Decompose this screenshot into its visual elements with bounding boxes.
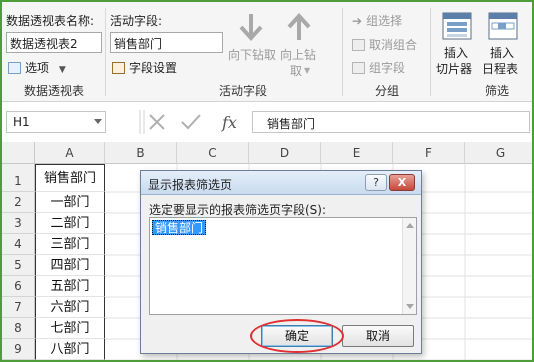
- scroll-up-icon[interactable]: [406, 223, 414, 228]
- cell-a2[interactable]: 一部门: [35, 192, 105, 213]
- insert-slicer-button[interactable]: 插入 切片器: [434, 10, 480, 78]
- pivot-name-label: 数据透视表名称:: [6, 14, 95, 28]
- group-label-pivot: 数据透视表: [23, 84, 84, 98]
- column-header-c[interactable]: C: [177, 142, 249, 164]
- column-header-e[interactable]: E: [321, 142, 393, 164]
- group-field-label: 组字段: [369, 61, 406, 75]
- column-header-g[interactable]: G: [465, 142, 532, 164]
- field-settings-icon: [112, 62, 125, 74]
- group-label-group: 分组: [374, 84, 399, 98]
- cell-a9[interactable]: 八部门: [35, 339, 105, 360]
- row-header-7[interactable]: 7: [2, 297, 35, 318]
- ribbon: 数据透视表名称: 数据透视表2 选项 ▼ 数据透视表 活动字段: 销售部门 字段…: [2, 2, 532, 102]
- drill-down-label: 向下钻取: [228, 48, 277, 62]
- row-header-5[interactable]: 5: [2, 255, 35, 276]
- group-label-active: 活动字段: [218, 84, 267, 98]
- cell-a1[interactable]: 销售部门: [35, 164, 105, 192]
- insert-slicer-label-1: 插入: [444, 46, 469, 60]
- row-header-6[interactable]: 6: [2, 276, 35, 297]
- ungroup-icon: [352, 39, 365, 51]
- list-scrollbar[interactable]: [402, 218, 416, 314]
- name-box[interactable]: H1: [6, 111, 106, 133]
- drill-up-button[interactable]: 向上钻 取 ▼: [278, 10, 324, 78]
- arrow-right-icon: ➔: [352, 14, 363, 28]
- cell-a4[interactable]: 三部门: [35, 234, 105, 255]
- arrow-up-icon: [287, 13, 311, 40]
- ribbon-divider: [342, 8, 343, 96]
- column-header-b[interactable]: B: [105, 142, 177, 164]
- ribbon-divider: [105, 8, 106, 96]
- row-header-2[interactable]: 2: [2, 192, 35, 213]
- excel-window: 数据透视表名称: 数据透视表2 选项 ▼ 数据透视表 活动字段: 销售部门 字段…: [0, 0, 534, 362]
- svg-text:fx: fx: [221, 113, 237, 132]
- dialog-title: 显示报表筛选页: [148, 178, 233, 192]
- cell-a7[interactable]: 六部门: [35, 297, 105, 318]
- scroll-down-icon[interactable]: [406, 304, 414, 309]
- group-label-filter: 筛选: [484, 84, 509, 98]
- active-field-input[interactable]: 销售部门: [110, 32, 223, 53]
- options-button[interactable]: 选项 ▼: [8, 59, 66, 76]
- insert-slicer-label-2: 切片器: [436, 62, 473, 76]
- insert-function-icon[interactable]: fx: [221, 113, 237, 132]
- chevron-down-icon: ▼: [304, 66, 311, 75]
- drill-up-label-2: 取: [290, 64, 303, 78]
- active-field-label: 活动字段:: [110, 14, 163, 28]
- ribbon-divider: [430, 8, 431, 96]
- timeline-icon: [488, 12, 518, 40]
- help-button[interactable]: ?: [365, 174, 387, 191]
- list-item[interactable]: 销售部门: [152, 220, 207, 235]
- cancel-icon[interactable]: [149, 114, 165, 130]
- row-header-9[interactable]: 9: [2, 339, 35, 360]
- cancel-button[interactable]: 取消: [342, 325, 414, 347]
- options-icon: [8, 62, 21, 74]
- group-selection-button[interactable]: ➔ 组选择: [352, 12, 402, 29]
- chevron-down-icon: ▼: [58, 65, 66, 75]
- close-button[interactable]: X: [389, 174, 415, 191]
- column-header-a[interactable]: A: [35, 142, 105, 164]
- group-field-icon: [352, 62, 365, 74]
- insert-timeline-label-2: 日程表: [482, 62, 519, 76]
- cell-a3[interactable]: 二部门: [35, 213, 105, 234]
- field-list[interactable]: 销售部门: [149, 217, 417, 315]
- row-header-1[interactable]: 1: [2, 164, 35, 192]
- slicer-icon: [442, 12, 472, 40]
- row-header-4[interactable]: 4: [2, 234, 35, 255]
- chevron-down-icon[interactable]: [94, 119, 102, 124]
- ungroup-label: 取消组合: [369, 38, 418, 52]
- show-report-filter-pages-dialog: 显示报表筛选页 ? X 选定要显示的报表筛选页字段(S): 销售部门 确定 取消: [140, 170, 422, 354]
- cell-a8[interactable]: 七部门: [35, 318, 105, 339]
- insert-timeline-button[interactable]: 插入 日程表: [480, 10, 526, 78]
- field-settings-button[interactable]: 字段设置: [112, 59, 177, 76]
- pivot-name-input[interactable]: 数据透视表2: [6, 32, 102, 53]
- enter-check-icon[interactable]: [181, 114, 201, 130]
- cell-a5[interactable]: 四部门: [35, 255, 105, 276]
- dialog-title-bar[interactable]: 显示报表筛选页 ? X: [141, 171, 421, 195]
- cell-a6[interactable]: 五部门: [35, 276, 105, 297]
- field-settings-label: 字段设置: [129, 61, 178, 75]
- insert-timeline-label-1: 插入: [490, 46, 515, 60]
- highlight-circle: [250, 319, 344, 353]
- drill-down-button[interactable]: 向下钻取: [226, 10, 276, 78]
- select-all-corner[interactable]: [2, 142, 35, 164]
- ungroup-button[interactable]: 取消组合: [352, 36, 417, 53]
- column-header-f[interactable]: F: [393, 142, 465, 164]
- formula-bar: H1 fx 销售部门: [2, 107, 532, 137]
- group-selection-label: 组选择: [366, 14, 403, 28]
- options-label: 选项: [25, 61, 50, 75]
- row-header-3[interactable]: 3: [2, 213, 35, 234]
- arrow-down-icon: [239, 14, 263, 41]
- dialog-prompt-label: 选定要显示的报表筛选页字段(S):: [149, 203, 327, 217]
- group-field-button[interactable]: 组字段: [352, 59, 405, 76]
- row-header-8[interactable]: 8: [2, 318, 35, 339]
- formula-input[interactable]: 销售部门: [252, 111, 530, 133]
- column-header-d[interactable]: D: [249, 142, 321, 164]
- formula-bar-icons: fx: [139, 110, 237, 134]
- drill-up-label: 向上钻: [280, 48, 317, 62]
